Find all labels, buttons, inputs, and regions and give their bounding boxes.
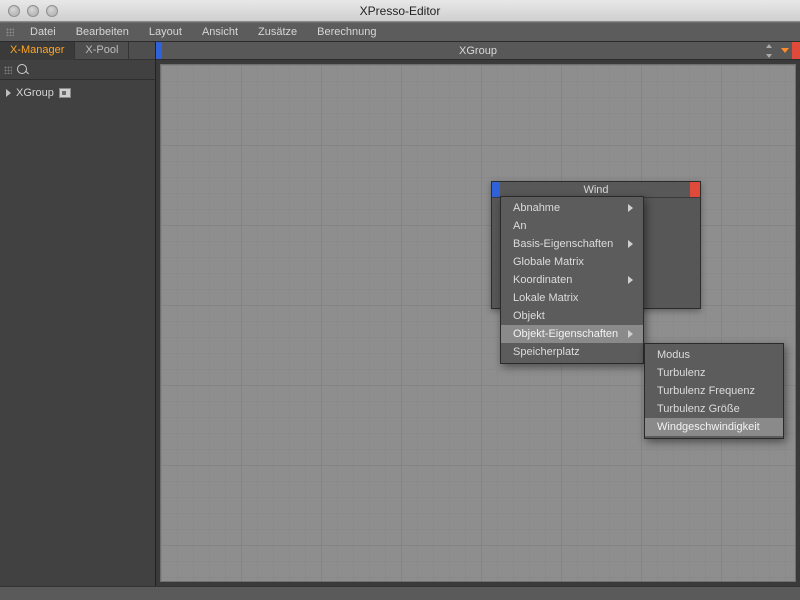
ctx-item-basis-eigenschaften[interactable]: Basis-Eigenschaften (501, 235, 643, 253)
ctx-item-abnahme[interactable]: Abnahme (501, 199, 643, 217)
ctx-item-objekt[interactable]: Objekt (501, 307, 643, 325)
menu-datei[interactable]: Datei (20, 23, 66, 41)
status-bar (0, 586, 800, 600)
menu-layout[interactable]: Layout (139, 23, 192, 41)
submenu-arrow-icon (628, 276, 633, 284)
node-title: Wind (492, 184, 700, 196)
ctx-item-lokale-matrix[interactable]: Lokale Matrix (501, 289, 643, 307)
sub-item-turbulenz-groesse[interactable]: Turbulenz Größe (645, 400, 783, 418)
close-icon[interactable] (8, 5, 20, 17)
node-badge-icon (59, 88, 71, 98)
menu-zusaetze[interactable]: Zusätze (248, 23, 307, 41)
tree-item-label: XGroup (16, 87, 54, 99)
node-canvas[interactable]: Wind Abnahme An Basis-Eigenschaften Glob… (160, 64, 796, 582)
search-icon[interactable] (16, 63, 30, 77)
menu-bearbeiten[interactable]: Bearbeiten (66, 23, 139, 41)
sidebar: X-Manager X-Pool XGroup (0, 42, 156, 586)
submenu-arrow-icon (628, 204, 633, 212)
move-icon[interactable] (762, 44, 776, 58)
sub-item-turbulenz-frequenz[interactable]: Turbulenz Frequenz (645, 382, 783, 400)
minimize-icon[interactable] (27, 5, 39, 17)
ctx-item-speicherplatz[interactable]: Speicherplatz (501, 343, 643, 361)
menu-bar: Datei Bearbeiten Layout Ansicht Zusätze … (0, 22, 800, 42)
grip-icon[interactable] (6, 28, 14, 36)
ctx-item-an[interactable]: An (501, 217, 643, 235)
menu-ansicht[interactable]: Ansicht (192, 23, 248, 41)
tree: XGroup (0, 80, 155, 106)
disclosure-triangle-icon[interactable] (6, 89, 11, 97)
context-menu: Abnahme An Basis-Eigenschaften Globale M… (500, 196, 644, 364)
canvas-panel: XGroup Wind Abnahme An Basis- (156, 42, 800, 586)
window-titlebar: XPresso-Editor (0, 0, 800, 22)
tab-x-pool[interactable]: X-Pool (75, 42, 129, 60)
canvas-header[interactable]: XGroup (156, 42, 800, 60)
context-submenu: Modus Turbulenz Turbulenz Frequenz Turbu… (644, 343, 784, 439)
submenu-arrow-icon (628, 240, 633, 248)
sub-item-windgeschwindigkeit[interactable]: Windgeschwindigkeit (645, 418, 783, 436)
tree-item-xgroup[interactable]: XGroup (4, 86, 151, 100)
ctx-item-koordinaten[interactable]: Koordinaten (501, 271, 643, 289)
grip-icon[interactable] (4, 66, 12, 74)
canvas-title: XGroup (156, 45, 800, 57)
ctx-item-objekt-eigenschaften[interactable]: Objekt-Eigenschaften (501, 325, 643, 343)
search-row (0, 60, 155, 80)
tab-x-manager[interactable]: X-Manager (0, 42, 75, 60)
sub-item-turbulenz[interactable]: Turbulenz (645, 364, 783, 382)
submenu-arrow-icon (628, 330, 633, 338)
zoom-icon[interactable] (46, 5, 58, 17)
menu-berechnung[interactable]: Berechnung (307, 23, 386, 41)
sidebar-tabs: X-Manager X-Pool (0, 42, 155, 60)
window-title: XPresso-Editor (0, 4, 800, 18)
sub-item-modus[interactable]: Modus (645, 346, 783, 364)
ctx-item-globale-matrix[interactable]: Globale Matrix (501, 253, 643, 271)
